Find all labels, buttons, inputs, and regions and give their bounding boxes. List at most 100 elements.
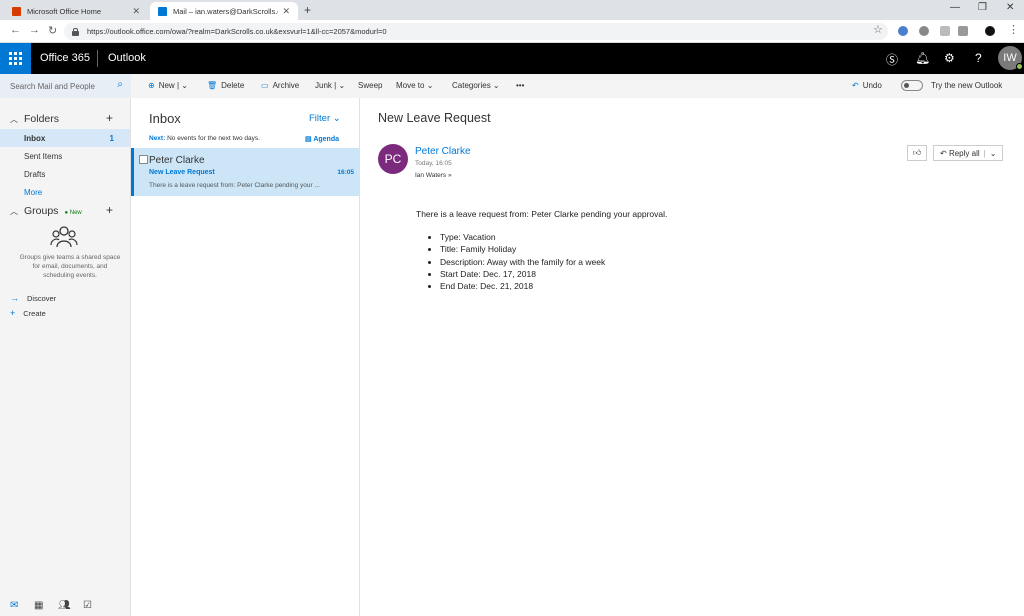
discover-label: Discover xyxy=(27,293,57,303)
search-icon[interactable]: ⌕ xyxy=(117,79,123,90)
chevron-up-icon: ︿ xyxy=(10,115,18,124)
archive-button[interactable]: ▭ Archive xyxy=(261,81,299,90)
new-tab-button[interactable]: + xyxy=(304,3,311,17)
user-avatar[interactable]: IW xyxy=(998,46,1023,70)
message-list-title: Inbox xyxy=(149,111,181,126)
sweep-button[interactable]: Sweep xyxy=(358,81,382,90)
shield-extension-icon[interactable] xyxy=(898,26,908,36)
sender-avatar[interactable]: PC xyxy=(378,144,408,174)
skype-icon[interactable]: Ⓢ xyxy=(886,51,898,68)
close-tab-icon[interactable]: ✕ xyxy=(282,6,290,17)
junk-label: Junk xyxy=(315,81,332,90)
plus-icon: + xyxy=(10,308,16,318)
header-divider xyxy=(97,50,98,67)
minimize-icon[interactable]: — xyxy=(950,2,960,13)
new-button[interactable]: ⊕ New | ⌄ xyxy=(148,81,188,90)
back-icon[interactable]: ← xyxy=(10,24,21,36)
list-item: Type: Vacation xyxy=(440,231,605,243)
undo-button[interactable]: ↶ Undo xyxy=(852,81,882,90)
app-launcher-icon[interactable] xyxy=(0,43,31,74)
browser-tab-bar: Microsoft Office Home ✕ Mail – ian.water… xyxy=(0,0,1024,20)
next-label: Next: xyxy=(149,135,166,142)
help-icon[interactable]: ? xyxy=(975,51,982,65)
chevron-up-icon: ︿ xyxy=(10,207,18,216)
categories-button[interactable]: Categories ⌄ xyxy=(452,81,500,90)
user-initials: IW xyxy=(1003,52,1017,64)
restore-icon[interactable]: ❐ xyxy=(978,2,987,13)
chevron-down-icon[interactable]: ⌄ xyxy=(990,149,997,158)
sender-initials: PC xyxy=(384,152,402,166)
more-actions-button[interactable]: ••• xyxy=(516,81,524,90)
forward-icon[interactable]: → xyxy=(29,24,40,36)
url-field[interactable]: https://outlook.office.com/owa/?realm=Da… xyxy=(64,23,888,40)
plus-circle-icon: ⊕ xyxy=(148,81,155,90)
email-date: Today, 16:05 xyxy=(415,160,452,167)
agenda-link[interactable]: ▤ Agenda xyxy=(305,135,339,143)
list-item: End Date: Dec. 21, 2018 xyxy=(440,280,605,292)
next-events-line: Next: No events for the next two days. xyxy=(149,135,260,142)
filter-button[interactable]: Filter ⌄ xyxy=(309,113,341,124)
message-time: 16:05 xyxy=(337,169,354,176)
tasks-icon[interactable]: ☑ xyxy=(83,600,92,611)
undo-label: Undo xyxy=(862,81,882,90)
delete-button[interactable]: 🗑︎ Delete xyxy=(207,81,244,90)
bookmark-star-icon[interactable]: ☆ xyxy=(873,23,883,36)
gear-icon[interactable]: ⚙ xyxy=(944,51,955,65)
chevron-down-icon: ⌄ xyxy=(338,81,346,90)
unread-count: 1 xyxy=(109,133,114,143)
app-name[interactable]: Outlook xyxy=(108,52,146,64)
recipient-line[interactable]: Ian Waters » xyxy=(415,172,452,179)
junk-button[interactable]: Junk | ⌄ xyxy=(315,81,345,90)
message-sender: Peter Clarke xyxy=(149,155,205,166)
close-tab-icon[interactable]: ✕ xyxy=(132,6,140,17)
module-switcher: ✉ ▦ 👥︎ ☑ xyxy=(0,598,130,616)
folders-header[interactable]: ︿ Folders xyxy=(10,113,59,125)
people-icon[interactable]: 👥︎ xyxy=(58,600,71,611)
discover-link[interactable]: → Discover xyxy=(10,293,56,303)
chevron-down-icon: ⌄ xyxy=(492,81,500,90)
sidebar-item-more[interactable]: More xyxy=(0,183,130,201)
filter-label: Filter xyxy=(309,113,331,124)
url-text: https://outlook.office.com/owa/?realm=Da… xyxy=(87,27,387,36)
like-button[interactable]: 👍︎ xyxy=(907,145,927,161)
undo-icon: ↶ xyxy=(852,81,859,90)
office-icon xyxy=(12,6,21,16)
add-group-button[interactable]: + xyxy=(106,203,113,217)
sidebar-item-inbox[interactable]: Inbox 1 xyxy=(0,129,130,147)
create-link[interactable]: + Create xyxy=(10,308,46,318)
reply-all-icon: ↶ xyxy=(940,148,947,158)
reload-icon[interactable]: ↻ xyxy=(48,24,57,37)
message-checkbox[interactable] xyxy=(139,155,148,164)
add-folder-button[interactable]: + xyxy=(106,111,113,125)
browser-menu-icon[interactable]: ⋮ xyxy=(1008,23,1019,36)
sidebar-item-sent-items[interactable]: Sent Items xyxy=(0,147,130,165)
calendar-icon[interactable]: ▦ xyxy=(34,600,43,611)
reply-all-button[interactable]: ↶ Reply all | ⌄ xyxy=(933,145,1003,161)
office-header: Office 365 Outlook Ⓢ 🔔︎ ⚙ ? IW xyxy=(0,43,1024,74)
groups-header[interactable]: ︿ Groups ● New xyxy=(10,205,82,217)
people-group-icon xyxy=(50,226,78,248)
try-new-outlook-toggle[interactable] xyxy=(901,80,923,91)
message-item[interactable]: Peter Clarke New Leave Request 16:05 The… xyxy=(131,148,359,196)
extension-icon[interactable] xyxy=(919,26,929,36)
search-input[interactable]: Search Mail and People ⌕ xyxy=(0,74,131,98)
bell-icon[interactable]: 🔔︎ xyxy=(915,51,930,65)
sender-name[interactable]: Peter Clarke xyxy=(415,146,471,157)
sidebar-item-drafts[interactable]: Drafts xyxy=(0,165,130,183)
profile-icon[interactable] xyxy=(985,26,995,36)
extension-icon[interactable] xyxy=(958,26,968,36)
list-item: Description: Away with the family for a … xyxy=(440,256,605,268)
move-to-button[interactable]: Move to ⌄ xyxy=(396,81,433,90)
agenda-label: Agenda xyxy=(313,136,339,143)
tab-mail[interactable]: Mail – ian.waters@DarkScrolls.co ✕ xyxy=(150,2,298,20)
extension-icon[interactable] xyxy=(940,26,950,36)
groups-description: Groups give teams a shared space for ema… xyxy=(19,254,121,279)
list-item: Title: Family Holiday xyxy=(440,243,605,255)
mail-icon[interactable]: ✉ xyxy=(10,600,18,611)
brand-name[interactable]: Office 365 xyxy=(40,52,90,64)
next-text: No events for the next two days. xyxy=(167,135,260,142)
message-subject: New Leave Request xyxy=(149,169,215,176)
close-window-icon[interactable]: ✕ xyxy=(1006,2,1014,13)
new-label: New xyxy=(158,81,175,90)
tab-office-home[interactable]: Microsoft Office Home ✕ xyxy=(4,2,148,20)
